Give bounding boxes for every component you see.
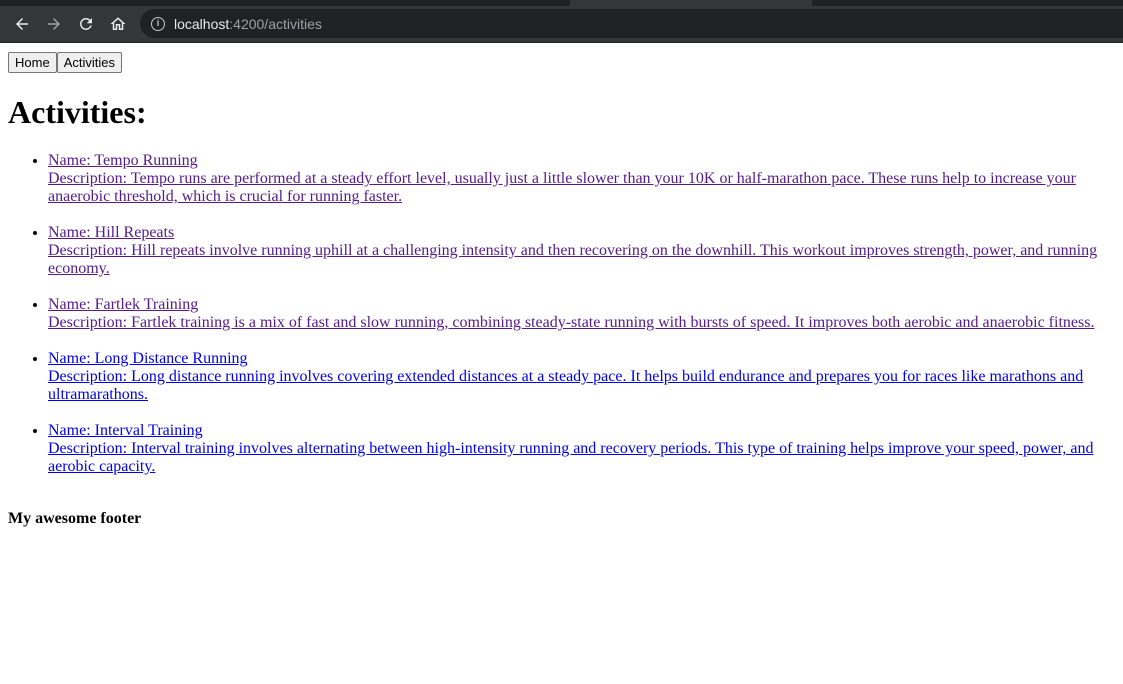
address-bar[interactable]: i localhost:4200/activities <box>140 9 1123 38</box>
tab-strip <box>0 0 1123 6</box>
url-host: localhost <box>174 15 230 32</box>
activity-link-fartlek-training[interactable]: Name: Fartlek Training Description: Fart… <box>48 296 1094 331</box>
activity-link-hill-repeats[interactable]: Name: Hill Repeats Description: Hill rep… <box>48 224 1097 277</box>
list-item: Name: Tempo Running Description: Tempo r… <box>48 152 1115 206</box>
page-footer: My awesome footer <box>8 510 142 527</box>
list-item: Name: Hill Repeats Description: Hill rep… <box>48 224 1115 278</box>
activity-link-interval-training[interactable]: Name: Interval Training Description: Int… <box>48 422 1093 475</box>
page-content: Home Activities Activities: Name: Tempo … <box>0 43 1123 536</box>
reload-icon[interactable] <box>74 12 98 36</box>
browser-toolbar: i localhost:4200/activities <box>0 0 1123 43</box>
home-button[interactable]: Home <box>8 52 57 73</box>
activity-description: Description: Fartlek training is a mix o… <box>48 314 1095 331</box>
home-icon[interactable] <box>106 12 130 36</box>
page-title: Activities: <box>8 94 147 130</box>
activity-description: Description: Long distance running invol… <box>48 368 1084 403</box>
activity-name: Name: Hill Repeats <box>48 224 175 241</box>
list-item: Name: Long Distance Running Description:… <box>48 350 1115 404</box>
activity-description: Description: Tempo runs are performed at… <box>48 170 1076 205</box>
active-tab[interactable] <box>570 0 812 6</box>
site-info-icon[interactable]: i <box>151 16 165 31</box>
app-nav: Home Activities <box>8 52 1115 73</box>
list-item: Name: Fartlek Training Description: Fart… <box>48 296 1115 332</box>
url-path: :4200/activities <box>229 15 322 32</box>
activity-description: Description: Interval training involves … <box>48 440 1094 475</box>
list-item: Name: Interval Training Description: Int… <box>48 422 1115 476</box>
activity-name: Name: Tempo Running <box>48 152 198 169</box>
activity-description: Description: Hill repeats involve runnin… <box>48 242 1098 277</box>
activities-button[interactable]: Activities <box>56 52 122 73</box>
back-icon[interactable] <box>10 12 34 36</box>
forward-icon[interactable] <box>42 12 66 36</box>
activity-name: Name: Long Distance Running <box>48 350 248 367</box>
activity-name: Name: Fartlek Training <box>48 296 199 313</box>
activity-link-long-distance-running[interactable]: Name: Long Distance Running Description:… <box>48 350 1083 403</box>
activity-link-tempo-running[interactable]: Name: Tempo Running Description: Tempo r… <box>48 152 1076 205</box>
activity-list: Name: Tempo Running Description: Tempo r… <box>8 152 1115 476</box>
activity-name: Name: Interval Training <box>48 422 203 439</box>
